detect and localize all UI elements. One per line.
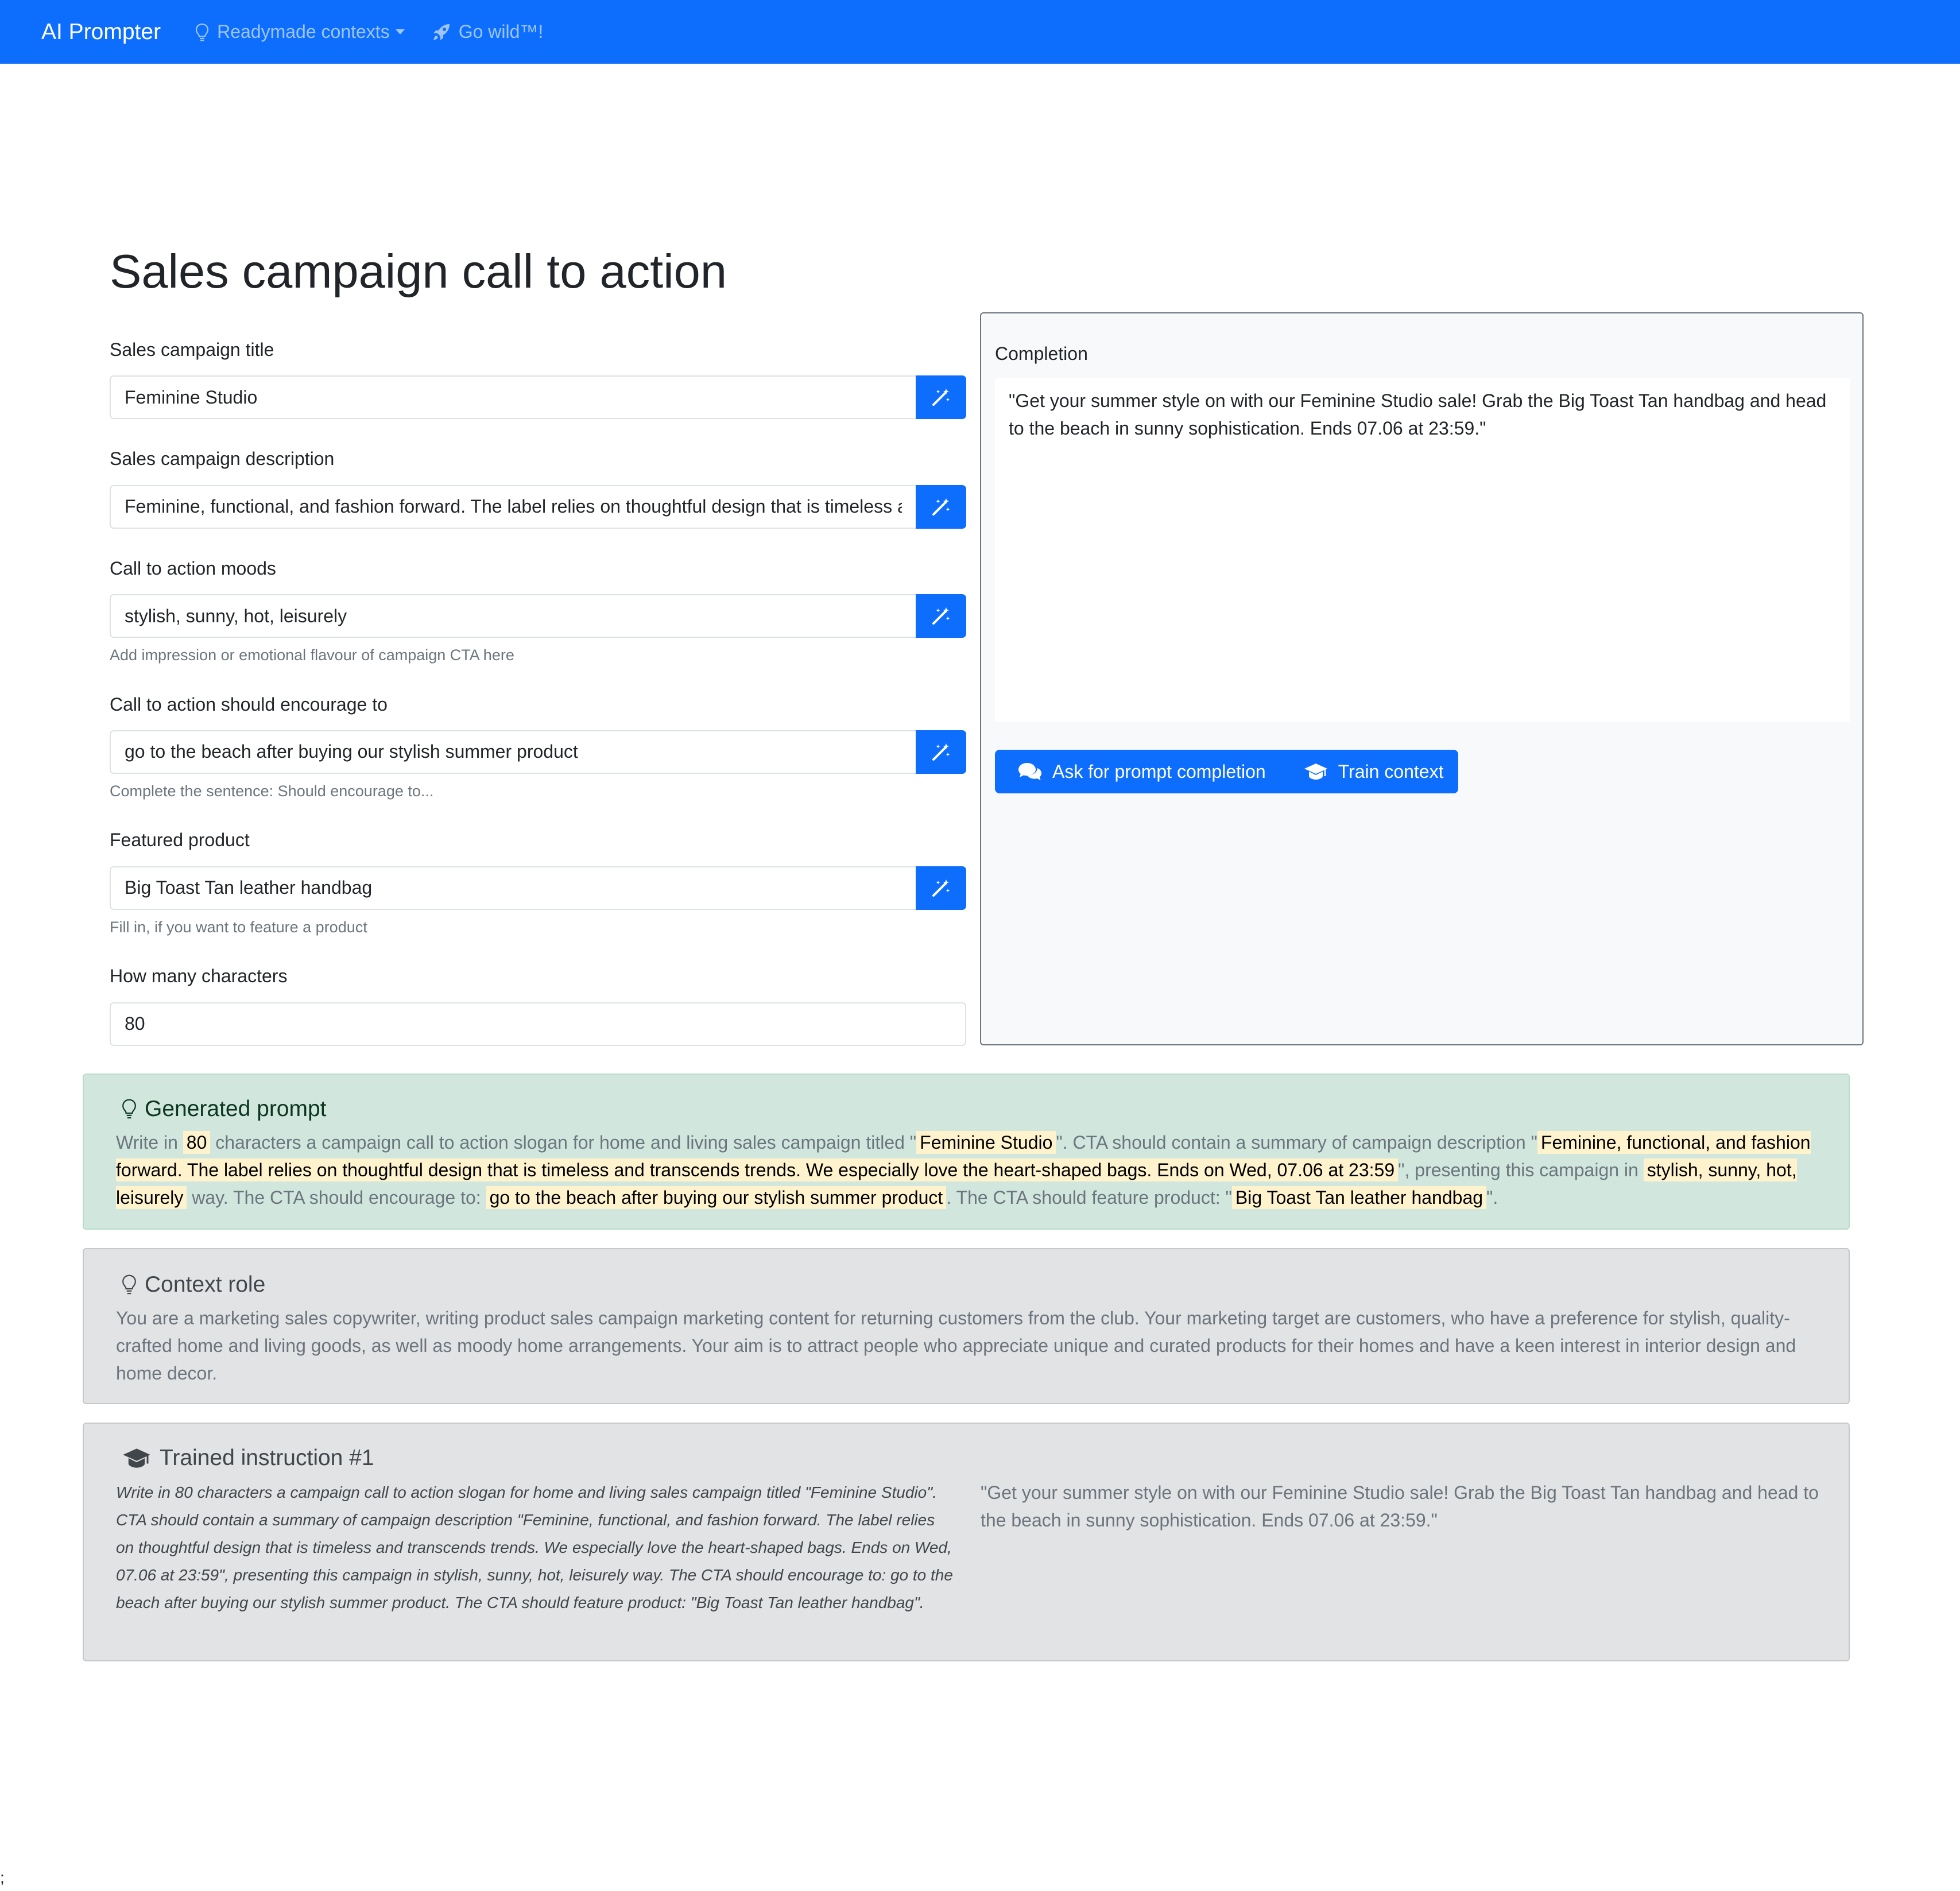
- field-featured-product: Featured product Fill in, if you want to…: [110, 829, 966, 936]
- completion-label: Completion: [995, 343, 1088, 364]
- cta-encourage-input[interactable]: [110, 730, 916, 774]
- nav-go-wild[interactable]: Go wild™!: [432, 21, 544, 42]
- lightbulb-icon: [122, 1099, 136, 1119]
- field-character-count: How many characters: [110, 965, 966, 1046]
- prompt-part: ".: [1486, 1187, 1498, 1208]
- field-campaign-title: Sales campaign title: [110, 339, 966, 420]
- generated-prompt-title-text: Generated prompt: [145, 1096, 327, 1121]
- prompt-highlight: 80: [183, 1131, 211, 1154]
- field-cta-encourage: Call to action should encourage to Compl…: [110, 693, 966, 801]
- magic-wand-icon: [932, 743, 950, 761]
- caret-down-icon: [395, 29, 405, 34]
- help-text: Add impression or emotional flavour of c…: [110, 646, 514, 664]
- prompt-highlight: go to the beach after buying our stylish…: [486, 1186, 947, 1209]
- trained-completion-text: "Get your summer style on with our Femin…: [981, 1482, 1819, 1530]
- magic-wand-icon: [932, 389, 950, 406]
- graduation-cap-icon: [123, 1448, 150, 1468]
- magic-wand-icon: [932, 498, 950, 516]
- field-cta-moods: Call to action moods Add impression or e…: [110, 557, 966, 665]
- context-role-title-text: Context role: [145, 1272, 266, 1297]
- featured-product-input[interactable]: [110, 866, 916, 910]
- trained-instruction-title: Trained instruction #1: [122, 1446, 374, 1471]
- field-label: Sales campaign description: [110, 448, 335, 470]
- nav-readymade-contexts-label: Readymade contexts: [217, 21, 390, 42]
- prompt-part: characters a campaign call to action slo…: [210, 1132, 917, 1153]
- ask-prompt-completion-label: Ask for prompt completion: [1052, 761, 1266, 782]
- magic-wand-button[interactable]: [916, 866, 966, 910]
- generated-prompt-text: Write in 80 characters a campaign call t…: [116, 1129, 1833, 1211]
- prompt-part: way. The CTA should encourage to:: [187, 1187, 486, 1208]
- rocket-icon: [433, 24, 450, 40]
- magic-wand-icon: [932, 607, 950, 625]
- comments-icon: [1018, 763, 1041, 780]
- trained-instruction-card: Trained instruction #1 Write in 80 chara…: [83, 1423, 1850, 1661]
- prompt-part: ", presenting this campaign in: [1398, 1160, 1644, 1180]
- graduation-cap-icon: [1304, 764, 1327, 780]
- lightbulb-icon: [195, 23, 209, 41]
- prompt-highlight: Big Toast Tan leather handbag: [1231, 1186, 1487, 1209]
- cta-moods-input[interactable]: [110, 594, 916, 638]
- train-context-label: Train context: [1338, 761, 1444, 782]
- generated-prompt-title: Generated prompt: [122, 1096, 327, 1122]
- field-label: Featured product: [110, 830, 250, 851]
- page-title: Sales campaign call to action: [110, 245, 727, 298]
- prompt-part: Write in: [116, 1132, 183, 1153]
- brand-link[interactable]: AI Prompter: [41, 20, 161, 45]
- nav-readymade-contexts-dropdown[interactable]: Readymade contexts: [195, 21, 405, 42]
- field-label: Sales campaign title: [110, 339, 274, 360]
- trained-instruction-text: Write in 80 characters a campaign call t…: [116, 1483, 953, 1611]
- navbar: AI Prompter Readymade contexts Go wild™!: [0, 0, 1960, 64]
- campaign-description-input[interactable]: [110, 485, 916, 529]
- campaign-title-input[interactable]: [110, 375, 916, 420]
- magic-wand-button[interactable]: [916, 375, 966, 420]
- field-label: How many characters: [110, 966, 288, 987]
- campaign-form: Sales campaign title Sales campaign desc…: [110, 339, 966, 1046]
- train-context-button[interactable]: Train context: [1281, 750, 1459, 793]
- magic-wand-button[interactable]: [916, 730, 966, 774]
- trained-instruction-title-text: Trained instruction #1: [160, 1446, 374, 1470]
- context-role-card: Context role You are a marketing sales c…: [83, 1248, 1850, 1404]
- stray-semicolon: ;: [0, 1869, 5, 1886]
- help-text: Fill in, if you want to feature a produc…: [110, 918, 367, 936]
- completion-textarea[interactable]: "Get your summer style on with our Femin…: [995, 378, 1850, 722]
- context-role-title: Context role: [122, 1272, 265, 1297]
- field-label: Call to action moods: [110, 557, 276, 579]
- nav-go-wild-label: Go wild™!: [458, 21, 544, 42]
- lightbulb-icon: [122, 1274, 136, 1295]
- field-label: Call to action should encourage to: [110, 693, 388, 715]
- help-text: Complete the sentence: Should encourage …: [110, 782, 434, 800]
- generated-prompt-card: Generated prompt Write in 80 characters …: [83, 1074, 1850, 1230]
- magic-wand-button[interactable]: [916, 594, 966, 638]
- prompt-highlight: Feminine Studio: [916, 1131, 1056, 1154]
- magic-wand-icon: [932, 879, 950, 897]
- ask-prompt-completion-button[interactable]: Ask for prompt completion: [995, 750, 1281, 793]
- prompt-part: . The CTA should feature product: ": [946, 1187, 1232, 1208]
- magic-wand-button[interactable]: [916, 485, 966, 529]
- completion-panel: Completion "Get your summer style on wit…: [980, 312, 1864, 1045]
- completion-button-group: Ask for prompt completion Train context: [995, 750, 1459, 793]
- character-count-input[interactable]: [110, 1002, 966, 1046]
- context-role-text: You are a marketing sales copywriter, wr…: [116, 1308, 1796, 1384]
- field-campaign-description: Sales campaign description: [110, 448, 966, 529]
- prompt-part: ". CTA should contain a summary of campa…: [1056, 1132, 1537, 1153]
